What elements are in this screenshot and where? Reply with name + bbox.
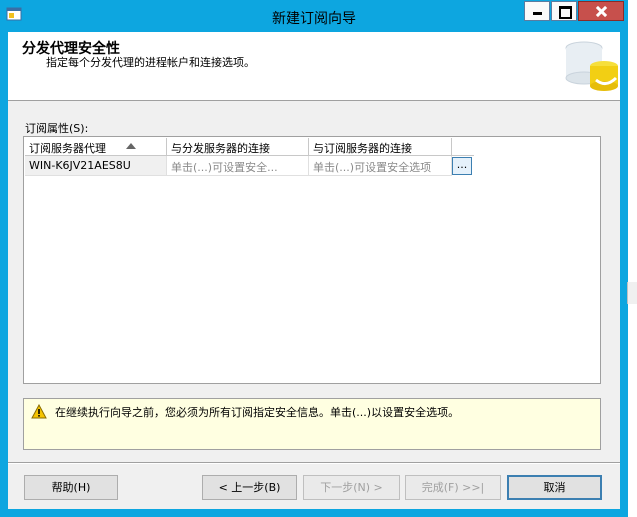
column-header-distributor-connection[interactable]: 与分发服务器的连接	[167, 138, 309, 156]
page-subtitle: 指定每个分发代理的进程帐户和连接选项。	[46, 56, 255, 69]
grid-header: 订阅服务器代理 与分发服务器的连接 与订阅服务器的连接	[25, 138, 474, 156]
column-header-agent[interactable]: 订阅服务器代理	[25, 138, 167, 156]
footer-divider	[8, 462, 620, 464]
database-icon	[565, 41, 618, 91]
next-button[interactable]: 下一步(N) >	[303, 475, 400, 500]
subscription-properties-grid: 订阅服务器代理 与分发服务器的连接 与订阅服务器的连接 WIN-K6JV21AE…	[23, 136, 601, 384]
wizard-header: 分发代理安全性 指定每个分发代理的进程帐户和连接选项。	[8, 32, 620, 101]
subscription-properties-label: 订阅属性(S):	[25, 122, 89, 135]
cell-agent[interactable]: WIN-K6JV21AES8U	[25, 156, 167, 176]
security-settings-button[interactable]: ...	[452, 157, 472, 175]
minimize-button[interactable]	[524, 1, 550, 21]
cell-distributor-connection[interactable]: 单击(...)可设置安全...	[167, 156, 309, 176]
cancel-button[interactable]: 取消	[507, 475, 602, 500]
warning-message: 在继续执行向导之前，您必须为所有订阅指定安全信息。单击(...)以设置安全选项。	[55, 406, 460, 419]
warning-icon	[31, 404, 47, 419]
wizard-client-area: 分发代理安全性 指定每个分发代理的进程帐户和连接选项。 订阅属性(S): 订阅服…	[8, 32, 620, 509]
column-header-subscriber-connection[interactable]: 与订阅服务器的连接	[309, 138, 452, 156]
warning-panel: 在继续执行向导之前，您必须为所有订阅指定安全信息。单击(...)以设置安全选项。	[23, 398, 601, 450]
wizard-window: 新建订阅向导 分发代理安全性 指定每个分发代理的进程帐户和连接选项。 订阅属性(…	[0, 0, 628, 517]
table-row[interactable]: WIN-K6JV21AES8U 单击(...)可设置安全... 单击(...)可…	[25, 156, 472, 176]
column-header-empty	[452, 138, 474, 156]
window-controls	[523, 1, 624, 23]
close-button[interactable]	[578, 1, 624, 21]
help-button[interactable]: 帮助(H)	[24, 475, 118, 500]
back-button[interactable]: < 上一步(B)	[202, 475, 297, 500]
finish-button[interactable]: 完成(F) >>|	[405, 475, 501, 500]
maximize-button[interactable]	[551, 1, 577, 21]
cell-subscriber-connection[interactable]: 单击(...)可设置安全选项	[309, 156, 452, 176]
background-scrollbar	[627, 282, 637, 304]
sort-ascending-icon	[126, 143, 136, 149]
title-bar[interactable]: 新建订阅向导	[0, 0, 628, 32]
